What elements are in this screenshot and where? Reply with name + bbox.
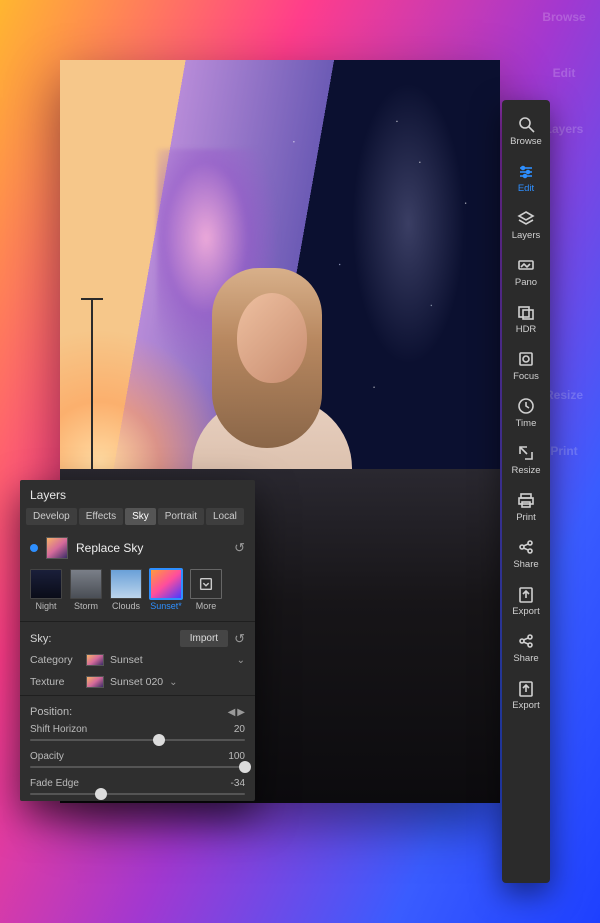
slider-knob[interactable] [153,734,165,746]
focus-icon [516,349,536,369]
chevron-down-icon[interactable]: ⌄ [169,677,177,688]
slider-value: -34 [231,778,245,789]
panel-tabs: DevelopEffectsSkyPortraitLocal [20,508,255,531]
sidebar-item-print-8[interactable]: Print [502,484,550,531]
tab-local[interactable]: Local [206,508,244,525]
tab-sky[interactable]: Sky [125,508,156,525]
share-icon [516,537,536,557]
hdr-icon [516,302,536,322]
slider-knob[interactable] [95,788,107,800]
arrow-right-icon[interactable]: ▶ [237,707,245,718]
sky-reset-icon[interactable]: ↺ [234,631,245,647]
arrow-left-icon[interactable]: ◀ [228,707,236,718]
slider-track[interactable] [30,739,245,741]
sidebar-item-share-9[interactable]: Share [502,531,550,578]
chevron-down-icon[interactable]: ⌄ [237,655,245,666]
filter-row: Replace Sky ↺ [20,531,255,565]
sky-section-label: Sky: [30,633,51,645]
slider-value: 20 [234,724,245,735]
preset-storm[interactable]: Storm [68,569,104,611]
texture-row[interactable]: Texture Sunset 020 ⌄ [20,671,255,693]
position-label: Position: [30,706,72,718]
filter-name: Replace Sky [76,541,226,555]
texture-swatch [86,676,104,688]
filter-enabled-dot[interactable] [30,544,38,552]
reset-icon[interactable]: ↺ [234,540,245,556]
right-toolbar: BrowseEditLayersPanoHDRFocusTimeResizePr… [502,100,550,883]
filter-thumb[interactable] [46,537,68,559]
tab-develop[interactable]: Develop [26,508,77,525]
time-icon [516,396,536,416]
slider-fade-edge: Fade Edge-34 [20,774,255,801]
sidebar-item-hdr-4[interactable]: HDR [502,296,550,343]
edit-icon [516,161,536,181]
sidebar-item-focus-5[interactable]: Focus [502,343,550,390]
slider-knob[interactable] [239,761,251,773]
category-row[interactable]: Category Sunset ⌄ [20,649,255,671]
print-icon [516,490,536,510]
sidebar-item-time-6[interactable]: Time [502,390,550,437]
category-swatch [86,654,104,666]
slider-shift-horizon: Shift Horizon20 [20,720,255,747]
tab-portrait[interactable]: Portrait [158,508,204,525]
sky-presets: NightStormCloudsSunset*More [20,565,255,619]
browse-icon [516,114,536,134]
sidebar-item-edit-1[interactable]: Edit [502,155,550,202]
preset-clouds[interactable]: Clouds [108,569,144,611]
layers-icon [516,208,536,228]
slider-opacity: Opacity100 [20,747,255,774]
preset-more[interactable]: More [188,569,224,611]
panel-title: Layers [20,480,255,508]
more-icon [190,569,222,599]
share-icon [516,631,536,651]
tab-effects[interactable]: Effects [79,508,123,525]
sidebar-item-resize-7[interactable]: Resize [502,437,550,484]
resize-icon [516,443,536,463]
sidebar-item-pano-3[interactable]: Pano [502,249,550,296]
preset-sunset[interactable]: Sunset* [148,569,184,611]
position-arrows: ◀ ▶ [228,707,245,718]
export-icon [516,678,536,698]
sidebar-item-export-12[interactable]: Export [502,672,550,719]
sidebar-item-layers-2[interactable]: Layers [502,202,550,249]
import-button[interactable]: Import [180,630,228,647]
sidebar-item-export-10[interactable]: Export [502,578,550,625]
export-icon [516,584,536,604]
layers-panel: Layers DevelopEffectsSkyPortraitLocal Re… [20,480,255,801]
slider-track[interactable] [30,766,245,768]
pano-icon [516,255,536,275]
slider-track[interactable] [30,793,245,795]
preset-night[interactable]: Night [28,569,64,611]
sidebar-item-browse-0[interactable]: Browse [502,108,550,155]
sidebar-item-share-11[interactable]: Share [502,625,550,672]
